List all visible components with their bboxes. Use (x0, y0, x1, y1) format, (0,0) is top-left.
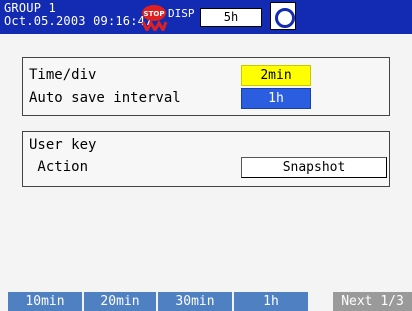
user-key-panel: User key Action Snapshot (22, 131, 390, 187)
softkey-30min[interactable]: 30min (158, 292, 232, 311)
auto-save-interval-field[interactable]: 1h (241, 88, 311, 109)
display-label: DISP (168, 7, 195, 20)
display-span-value: 5h (200, 8, 262, 27)
softkey-1h[interactable]: 1h (234, 292, 308, 311)
softkey-20min[interactable]: 20min (84, 292, 156, 311)
stop-memory-icon: STOP (141, 5, 168, 31)
softkey-bar: 10min 20min 30min 1h Next 1/3 (0, 292, 412, 311)
trend-settings-panel: Time/div 2min Auto save interval 1h (22, 57, 390, 116)
time-div-field[interactable]: 2min (241, 65, 311, 86)
time-div-label: Time/div (29, 67, 97, 83)
user-key-title: User key (29, 137, 97, 153)
group-name: GROUP 1 (4, 1, 56, 15)
action-field[interactable]: Snapshot (241, 157, 387, 178)
status-header: GROUP 1 Oct.05.2003 09:16:47 STOP DISP 5… (0, 0, 412, 34)
softkey-next-page[interactable]: Next 1/3 (333, 292, 412, 311)
svg-text:STOP: STOP (144, 10, 165, 18)
memory-card-icon (270, 2, 296, 30)
auto-save-interval-label: Auto save interval (29, 90, 181, 106)
softkey-10min[interactable]: 10min (8, 292, 82, 311)
action-label: Action (29, 159, 89, 175)
date-time: Oct.05.2003 09:16:47 (4, 14, 153, 28)
